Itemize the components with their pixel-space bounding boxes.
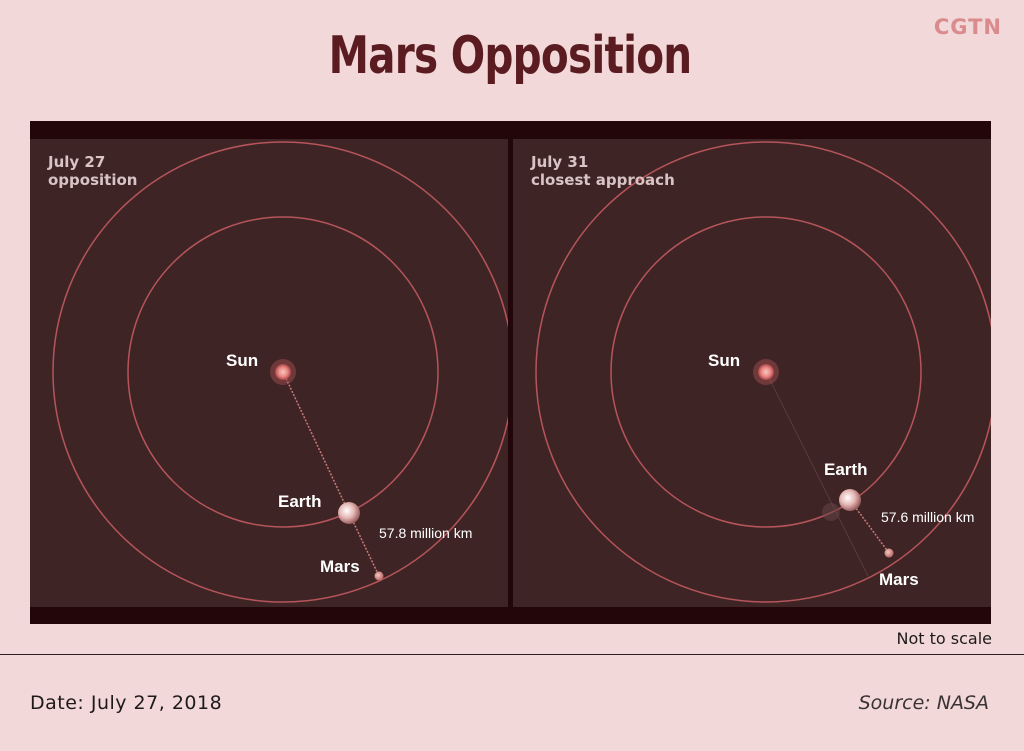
orbit-diagram-closest-approach: Sun Earth Mars 57.6 million km — [535, 141, 991, 603]
source-label: Source: NASA — [858, 692, 989, 714]
distance-label: 57.8 million km — [379, 525, 472, 541]
sun-label: Sun — [708, 351, 740, 370]
earth-icon — [839, 489, 861, 511]
earth-icon — [338, 502, 360, 524]
panel-date: July 31 — [531, 153, 589, 171]
mars-label: Mars — [320, 557, 360, 576]
panel-opposition: Sun Earth Mars 57.8 million km July 27 o… — [30, 139, 508, 607]
panel-caption: July 27 opposition — [48, 153, 137, 189]
orbit-diagram-opposition: Sun Earth Mars 57.8 million km — [52, 141, 508, 603]
divider — [0, 654, 1024, 655]
earth-label: Earth — [824, 460, 867, 479]
panel-event: closest approach — [531, 171, 675, 189]
date-label: Date: July 27, 2018 — [30, 692, 223, 714]
mars-icon — [374, 571, 384, 581]
scale-note: Not to scale — [896, 629, 993, 648]
earth-label: Earth — [278, 492, 321, 511]
panel-caption: July 31 closest approach — [531, 153, 675, 189]
mars-label: Mars — [879, 570, 919, 589]
panel-event: opposition — [48, 171, 138, 189]
sun-label: Sun — [226, 351, 258, 370]
page-title: Mars Opposition — [328, 26, 693, 86]
panel-closest-approach: Sun Earth Mars 57.6 million km July 31 c… — [513, 139, 991, 607]
sun-icon — [758, 364, 774, 380]
distance-label: 57.6 million km — [881, 509, 974, 525]
panel-date: July 27 — [48, 153, 106, 171]
mars-icon — [884, 548, 894, 558]
sun-icon — [275, 364, 291, 380]
earth-trail — [822, 503, 840, 521]
cgtn-logo: CGTN — [933, 15, 1002, 39]
diagram-frame: Sun Earth Mars 57.8 million km July 27 o… — [30, 121, 991, 624]
